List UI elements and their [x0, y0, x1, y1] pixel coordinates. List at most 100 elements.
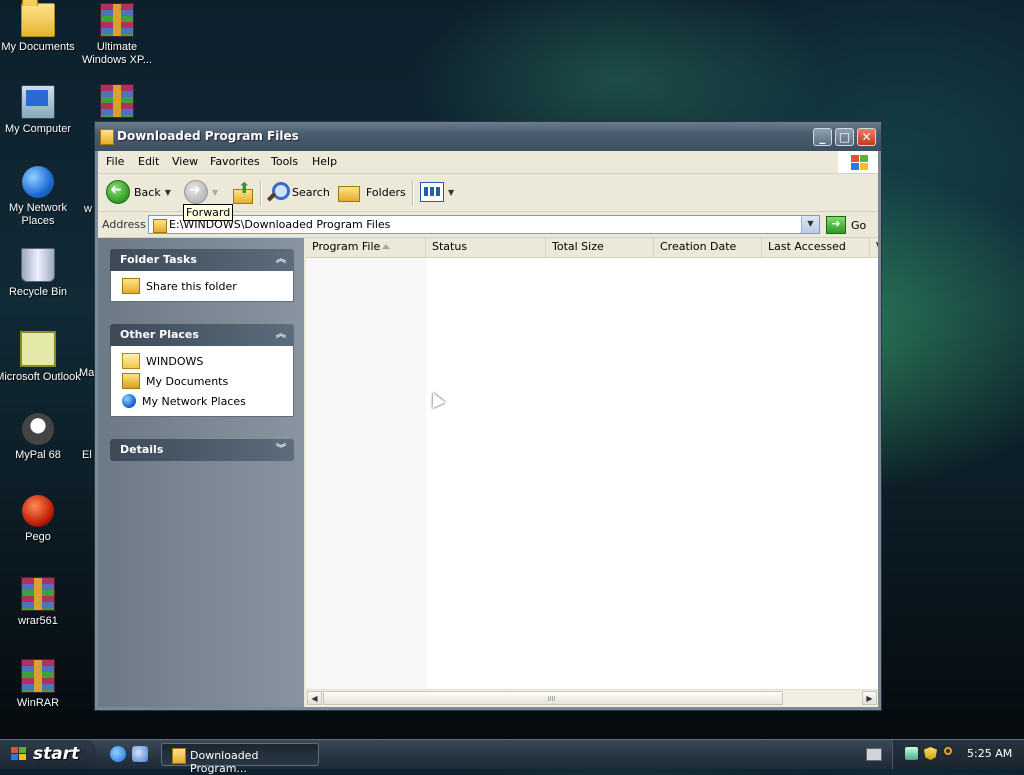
folders-label: Folders: [366, 185, 406, 199]
clock[interactable]: 5:25 AM: [967, 747, 1012, 760]
desktop-icon-winrar-archive-2[interactable]: [74, 84, 160, 122]
folder-icon: [153, 219, 167, 233]
start-button[interactable]: start: [0, 740, 96, 769]
chevron-down-icon[interactable]: ▼: [212, 188, 218, 197]
menu-bar: File Edit View Favorites Tools Help: [98, 151, 878, 174]
address-dropdown-button[interactable]: ▼: [801, 216, 819, 233]
desktop-icon-winrar[interactable]: WinRAR: [0, 659, 81, 710]
search-icon: [266, 181, 290, 203]
search-label: Search: [292, 185, 330, 199]
desktop-partial-label: Ma: [79, 367, 95, 379]
security-shield-icon[interactable]: [924, 747, 937, 760]
minimize-button[interactable]: _: [813, 128, 832, 146]
place-my-documents[interactable]: My Documents: [111, 371, 293, 391]
column-header-version[interactable]: V: [870, 238, 878, 257]
recycle-bin-icon: [21, 248, 55, 282]
task-label: Share this folder: [146, 279, 237, 293]
views-button[interactable]: ▼: [420, 180, 454, 204]
column-header-label: Program File: [312, 240, 381, 253]
window-titlebar[interactable]: Downloaded Program Files _ □ ✕: [95, 122, 881, 151]
forward-arrow-icon: [184, 180, 208, 204]
start-label: start: [33, 744, 80, 764]
column-header-status[interactable]: Status: [426, 238, 546, 257]
outlook-icon: [20, 331, 56, 367]
column-header-creation-date[interactable]: Creation Date: [654, 238, 762, 257]
column-header-label: V: [876, 240, 878, 253]
chevron-down-icon[interactable]: ▼: [165, 188, 171, 197]
network-tray-icon[interactable]: [905, 747, 918, 760]
keyboard-icon[interactable]: [866, 748, 882, 761]
desktop-icon-recycle-bin[interactable]: Recycle Bin: [0, 248, 81, 299]
scroll-right-button[interactable]: ▶: [862, 691, 877, 705]
details-panel: Details ︾: [110, 439, 294, 461]
desktop-icon-label: WinRAR: [16, 697, 60, 709]
sort-ascending-icon: [382, 244, 390, 249]
desktop-partial-label: El: [82, 449, 92, 461]
desktop-icon-microsoft-outlook[interactable]: Microsoft Outlook: [0, 331, 81, 384]
winrar-archive-icon: [100, 84, 134, 118]
desktop-icon-my-network-places[interactable]: My Network Places: [0, 166, 81, 228]
scrollbar-thumb[interactable]: [323, 691, 783, 705]
go-label: Go: [851, 218, 867, 232]
desktop-icon-mypal[interactable]: MyPal 68: [0, 413, 81, 462]
desktop-icon-label: Ultimate Windows XP...: [81, 41, 153, 66]
other-places-header[interactable]: Other Places ︽: [110, 324, 294, 346]
task-share-folder[interactable]: Share this folder: [111, 276, 293, 296]
horizontal-scrollbar[interactable]: ◀ ▶: [306, 689, 878, 707]
menu-tools[interactable]: Tools: [271, 155, 298, 168]
forward-button[interactable]: ▼: [184, 180, 218, 204]
window-title: Downloaded Program Files: [117, 129, 299, 143]
desktop-icon-wrar561[interactable]: wrar561: [0, 577, 81, 628]
toolbar-separator: [260, 180, 262, 206]
up-folder-button[interactable]: [232, 179, 254, 204]
scroll-left-button[interactable]: ◀: [307, 691, 322, 705]
show-desktop-icon[interactable]: [132, 746, 148, 762]
desktop-icon-ultimate-windows-xp[interactable]: Ultimate Windows XP...: [74, 3, 160, 67]
folder-tasks-body: Share this folder: [110, 271, 294, 302]
taskbar-item-downloaded-program-files[interactable]: Downloaded Program...: [161, 743, 319, 775]
column-header-last-accessed[interactable]: Last Accessed: [762, 238, 870, 257]
folder-icon: [100, 129, 114, 145]
maximize-button[interactable]: □: [835, 128, 854, 146]
collapse-icon[interactable]: ︽: [276, 249, 286, 271]
grip-icon: [548, 696, 556, 701]
place-windows[interactable]: WINDOWS: [111, 351, 293, 371]
network-places-icon: [122, 394, 136, 408]
folder-tasks-header[interactable]: Folder Tasks ︽: [110, 249, 294, 271]
place-my-network-places[interactable]: My Network Places: [111, 391, 293, 411]
folders-button[interactable]: Folders: [338, 180, 406, 204]
collapse-icon[interactable]: ︽: [276, 324, 286, 346]
column-header-program-file[interactable]: Program File: [306, 238, 426, 257]
my-documents-icon: [122, 373, 140, 389]
back-label: Back: [134, 185, 161, 199]
file-list-pane[interactable]: Program File Status Total Size Creation …: [306, 238, 878, 707]
place-label: WINDOWS: [146, 354, 204, 368]
menu-favorites[interactable]: Favorites: [210, 155, 260, 168]
menu-file[interactable]: File: [106, 155, 124, 168]
desktop-partial-label: w: [84, 203, 92, 215]
close-button[interactable]: ✕: [857, 128, 876, 146]
forward-tooltip: Forward: [183, 204, 234, 221]
go-button[interactable]: ➜ Go: [826, 216, 866, 234]
menu-help[interactable]: Help: [312, 155, 337, 168]
internet-explorer-icon[interactable]: [110, 746, 126, 762]
search-button[interactable]: Search: [266, 180, 330, 204]
column-header-total-size[interactable]: Total Size: [546, 238, 654, 257]
address-input[interactable]: E:\WINDOWS\Downloaded Program Files ▼: [148, 215, 820, 234]
windows-logo-icon: [838, 151, 878, 173]
desktop-icon-pego[interactable]: Pego: [0, 495, 81, 544]
my-documents-folder-icon: [21, 0, 55, 37]
details-header[interactable]: Details ︾: [110, 439, 294, 461]
desktop-icon-my-documents[interactable]: My Documents: [0, 0, 81, 54]
desktop-icon-label: wrar561: [18, 615, 58, 627]
menu-view[interactable]: View: [172, 155, 198, 168]
details-title: Details: [120, 443, 164, 456]
chevron-down-icon: ▼: [448, 187, 455, 197]
column-headers: Program File Status Total Size Creation …: [306, 238, 878, 258]
menu-edit[interactable]: Edit: [138, 155, 159, 168]
expand-icon[interactable]: ︾: [276, 439, 286, 461]
folder-up-icon: [232, 179, 254, 204]
desktop-icon-my-computer[interactable]: My Computer: [0, 85, 81, 136]
search-tray-icon[interactable]: [944, 747, 952, 755]
back-button[interactable]: Back ▼: [106, 180, 171, 204]
